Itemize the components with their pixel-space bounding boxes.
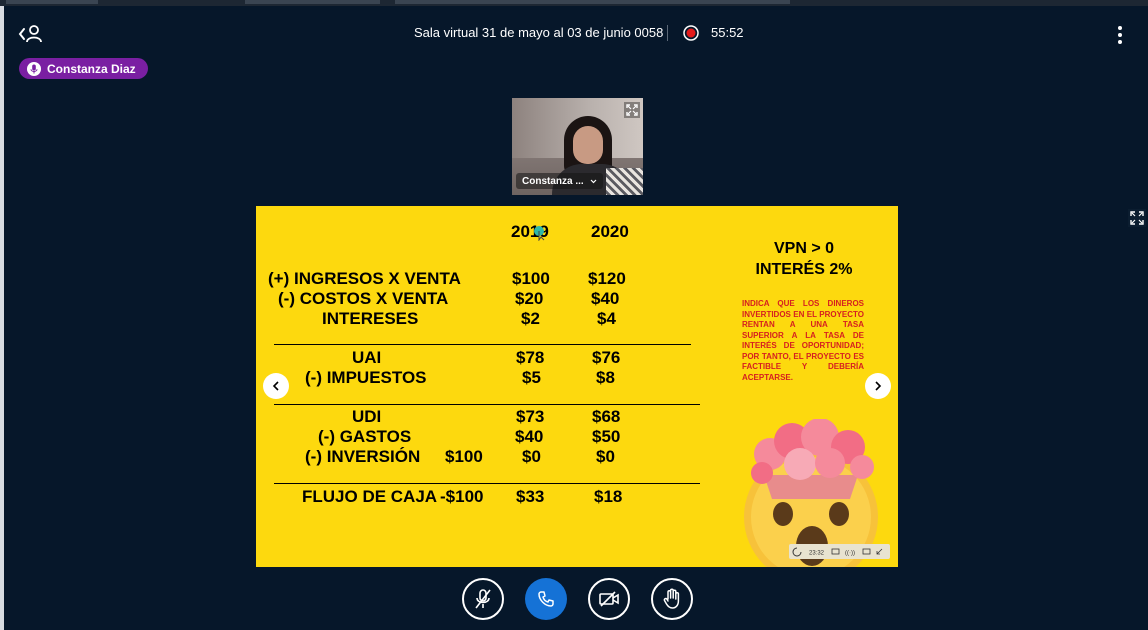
- video-person-face: [573, 126, 603, 164]
- separator-line: [274, 344, 691, 345]
- row-value-2020: $8: [596, 368, 615, 387]
- mic-muted-icon: [475, 589, 491, 609]
- recording-timer: 55:52: [711, 25, 744, 40]
- separator-line: [274, 404, 700, 405]
- row-label: FLUJO DE CAJA: [302, 487, 438, 506]
- video-person-scarf: [606, 168, 643, 195]
- camera-off-icon: [599, 591, 619, 607]
- participant-video[interactable]: Constanza ...: [512, 98, 643, 195]
- more-vertical-icon[interactable]: [1110, 24, 1130, 46]
- record-icon[interactable]: [683, 25, 699, 41]
- leave-call-button[interactable]: [525, 578, 567, 620]
- left-edge: [0, 6, 4, 630]
- chevron-left-icon: [272, 381, 279, 391]
- raise-hand-icon: [663, 588, 680, 609]
- row-value-2020: $76: [592, 348, 621, 367]
- row-value-2019: $100: [512, 269, 550, 288]
- raise-hand-button[interactable]: [651, 578, 693, 620]
- row-label: INTERESES: [322, 309, 419, 328]
- year-header-2: 2020: [591, 222, 629, 241]
- chevron-right-icon: [875, 381, 882, 391]
- active-speaker-badge: Constanza Diaz: [19, 58, 148, 79]
- row-label: (-) IMPUESTOS: [305, 368, 427, 387]
- row-value-2020: $0: [596, 447, 615, 466]
- row-value-2019: $40: [515, 427, 544, 446]
- media-player-controls[interactable]: 23:32 ((·)): [789, 544, 890, 559]
- next-slide-button[interactable]: [865, 373, 891, 399]
- row-label: (-) INVERSIÓN: [305, 447, 421, 466]
- row-value-2019: $20: [515, 289, 544, 308]
- row-value-2019: $0: [522, 447, 541, 466]
- row-label: (-) GASTOS: [318, 427, 412, 446]
- row-value-2019: $5: [522, 368, 541, 387]
- interest-heading: INTERÉS 2%: [755, 261, 853, 278]
- cursor-icon: [534, 226, 545, 241]
- top-strip: [0, 0, 1148, 6]
- video-participant-name: Constanza ...: [522, 175, 584, 187]
- meeting-title: Sala virtual 31 de mayo al 03 de junio 0…: [414, 25, 664, 40]
- presentation-slide: 2019 2020 (+) INGRESOS X VENTA $100 $120…: [256, 206, 898, 567]
- row-value-initial: -$100: [440, 487, 484, 506]
- vpn-heading: VPN > 0: [773, 240, 835, 257]
- row-value-initial: $100: [445, 447, 483, 466]
- svg-text:((·)): ((·)): [845, 551, 855, 557]
- chevron-down-icon: [590, 179, 597, 183]
- player-time: 23:32: [809, 551, 825, 557]
- mute-button[interactable]: [462, 578, 504, 620]
- row-value-2019: $78: [516, 348, 545, 367]
- fullscreen-icon[interactable]: [1128, 209, 1146, 227]
- mic-icon: [27, 61, 41, 76]
- top-strip-segment: [395, 0, 790, 4]
- conclusion-note: INDICA QUE LOS DINEROS INVERTIDOS EN EL …: [742, 299, 864, 382]
- previous-slide-button[interactable]: [263, 373, 289, 399]
- header-divider: [667, 25, 668, 41]
- user-back-icon[interactable]: [18, 24, 44, 44]
- row-label: UAI: [352, 348, 382, 367]
- row-label: (-) COSTOS X VENTA: [278, 289, 449, 308]
- row-value-2020: $50: [592, 427, 621, 446]
- row-value-2019: $2: [521, 309, 540, 328]
- expand-icon[interactable]: [624, 102, 640, 118]
- camera-button[interactable]: [588, 578, 630, 620]
- separator-line: [274, 483, 700, 484]
- video-name-bar[interactable]: Constanza ...: [516, 173, 603, 189]
- row-value-2020: $40: [591, 289, 620, 308]
- row-label: UDI: [352, 407, 382, 426]
- top-strip-segment: [245, 0, 380, 4]
- row-value-2019: $33: [516, 487, 545, 506]
- row-value-2020: $18: [594, 487, 623, 506]
- row-label: (+) INGRESOS X VENTA: [268, 269, 461, 288]
- row-value-2020: $120: [588, 269, 626, 288]
- top-strip-segment: [6, 0, 98, 4]
- row-value-2020: $68: [592, 407, 621, 426]
- speaker-name: Constanza Diaz: [47, 61, 136, 76]
- row-value-2019: $73: [516, 407, 545, 426]
- phone-icon: [538, 591, 554, 607]
- row-value-2020: $4: [597, 309, 616, 328]
